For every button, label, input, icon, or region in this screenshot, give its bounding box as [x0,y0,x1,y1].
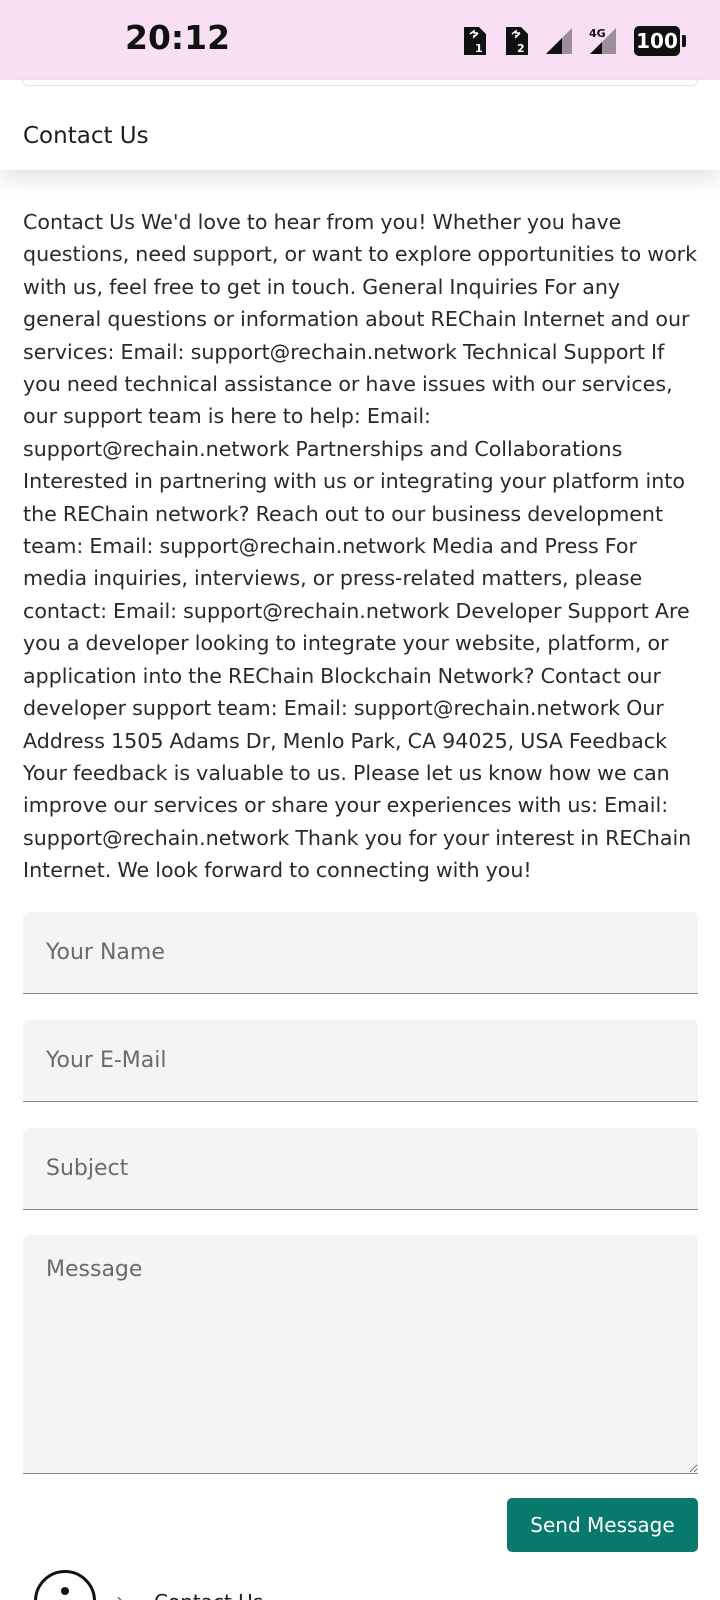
subject-input[interactable] [23,1128,698,1210]
battery-level: 100 [636,29,678,53]
email-input[interactable] [23,1020,698,1102]
contact-info-text: Contact Us We'd love to hear from you! W… [23,210,698,883]
name-input[interactable] [23,912,698,994]
chevron-right-icon: › [116,1588,124,1600]
signal-icon [546,28,572,54]
logo-icon[interactable] [34,1570,96,1600]
breadcrumb-current: Contact Us [154,1590,263,1600]
network-type-label: 4G [589,27,606,40]
status-icons: 1 2 4G 100 [460,24,686,58]
message-textarea[interactable] [23,1235,698,1474]
breadcrumb: › Contact Us [34,1570,714,1600]
svg-text:1: 1 [475,42,483,55]
send-message-button[interactable]: Send Message [507,1498,698,1552]
status-time: 20:12 [125,18,231,57]
status-bar: 20:12 1 2 4G 100 [0,0,720,80]
page-header: Contact Us [0,80,720,170]
header-card-edge [22,80,698,86]
battery-icon: 100 [634,26,686,56]
sim2-icon: 2 [506,27,528,55]
page-title: Contact Us [23,123,149,149]
sim1-icon: 1 [464,27,486,55]
svg-text:2: 2 [517,42,525,55]
signal-4g-icon: 4G [589,27,616,54]
